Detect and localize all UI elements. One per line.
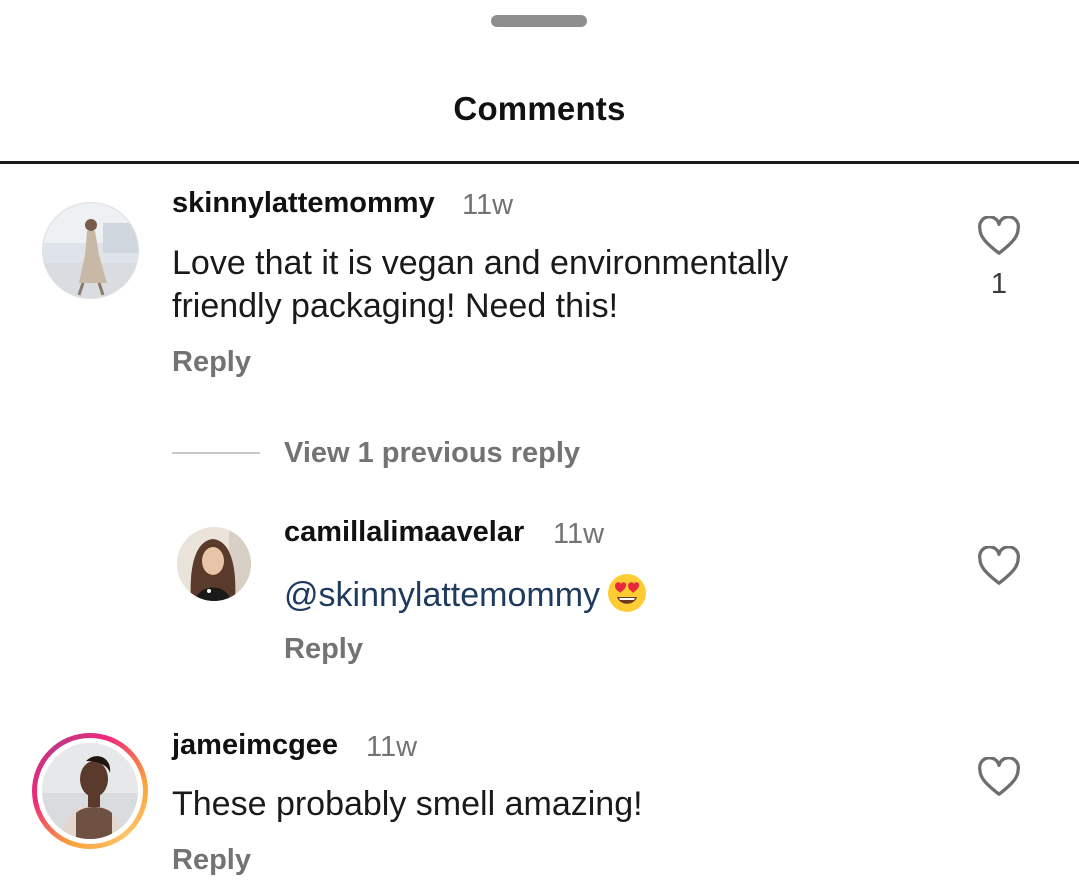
- avatar-photo-icon: [43, 203, 138, 298]
- avatar-photo-icon: [177, 527, 251, 601]
- reply-time: 11w: [553, 518, 605, 550]
- avatar-photo-icon: [42, 743, 138, 839]
- view-replies-line: [172, 452, 260, 454]
- page-title: Comments: [453, 90, 626, 127]
- heart-outline-icon: [978, 757, 1020, 796]
- reply-username[interactable]: camillalimaavelar: [284, 516, 524, 549]
- comment-text: These probably smell amazing!: [172, 785, 643, 823]
- reply-button[interactable]: Reply: [172, 844, 251, 877]
- like-count: 1: [990, 268, 1008, 300]
- mention-link[interactable]: @skinnylattemommy: [284, 576, 600, 614]
- like-button[interactable]: [977, 546, 1021, 586]
- like-button[interactable]: [977, 216, 1021, 256]
- heart-outline-icon: [978, 216, 1020, 255]
- reply-button[interactable]: Reply: [284, 633, 363, 666]
- avatar[interactable]: [42, 202, 139, 299]
- comment-text: Love that it is vegan and environmentall…: [172, 242, 788, 328]
- header-divider: [0, 161, 1079, 164]
- comment-text-line: friendly packaging! Need this!: [172, 287, 619, 325]
- reply-button[interactable]: Reply: [172, 346, 251, 379]
- comments-sheet: Comments skinnylattemommy 11w Love that …: [0, 0, 1079, 891]
- drag-handle[interactable]: [491, 15, 587, 27]
- heart-outline-icon: [978, 546, 1020, 585]
- view-previous-reply-button[interactable]: View 1 previous reply: [284, 437, 580, 470]
- reply-text: @skinnylattemommy: [284, 572, 648, 617]
- comment-username[interactable]: jameimcgee: [172, 729, 338, 762]
- like-button[interactable]: [977, 757, 1021, 797]
- comment-text-line: Love that it is vegan and environmentall…: [172, 244, 789, 282]
- comment-time: 11w: [366, 731, 418, 763]
- avatar[interactable]: [177, 527, 251, 601]
- comment-username[interactable]: skinnylattemommy: [172, 187, 435, 220]
- heart-eyes-emoji-icon: [606, 572, 648, 614]
- avatar[interactable]: [42, 743, 138, 839]
- comment-time: 11w: [462, 189, 514, 221]
